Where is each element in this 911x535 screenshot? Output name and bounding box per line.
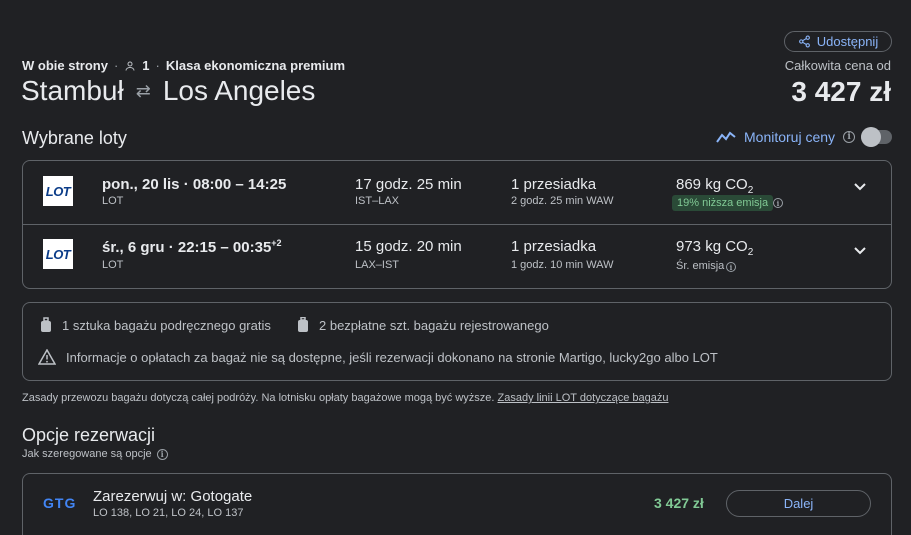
monitor-prices-label: Monitoruj ceny — [744, 129, 836, 145]
flight-date-time: pon., 20 lis · 08:00 – 14:25 — [102, 176, 287, 193]
emission-badge: 19% niższa emisja — [672, 195, 774, 211]
flights-card: LOT pon., 20 lis · 08:00 – 14:25 LOT 17 … — [22, 160, 892, 289]
carry-on-bag-icon — [40, 317, 52, 333]
trend-icon — [716, 130, 736, 144]
destination-city: Los Angeles — [162, 75, 316, 106]
warning-icon — [38, 349, 56, 365]
flight-stops: 1 przesiadka — [511, 176, 597, 193]
flight-emissions: 869 kg CO2 — [676, 176, 754, 196]
booking-flight-numbers: LO 138, LO 21, LO 24, LO 137 — [93, 507, 244, 519]
toggle-knob — [861, 127, 881, 147]
route-title: Stambuł ⇄ Los Angeles — [21, 75, 315, 107]
info-icon[interactable]: i — [726, 262, 736, 272]
baggage-card: 1 sztuka bagażu podręcznego gratis 2 bez… — [22, 302, 892, 381]
total-price-label: Całkowita cena od — [784, 58, 891, 73]
passenger-count: 1 — [142, 58, 150, 73]
baggage-warning: Informacje o opłatach za bagaż nie są do… — [38, 349, 718, 365]
info-icon[interactable]: i — [843, 131, 856, 143]
checked-bag-icon — [297, 317, 309, 333]
origin-city: Stambuł — [21, 75, 124, 106]
flight-airports: IST–LAX — [355, 195, 400, 207]
airline-name: LOT — [102, 259, 124, 271]
trip-summary: W obie strony · 1 · Klasa ekonomiczna pr… — [22, 58, 345, 73]
flight-stops: 1 przesiadka — [511, 238, 597, 255]
emission-note: Śr. emisja — [676, 260, 725, 272]
sort-info[interactable]: Jak szeregowane są opcje i — [22, 448, 168, 460]
person-icon — [124, 60, 136, 72]
continue-button[interactable]: Dalej — [726, 490, 871, 517]
info-icon[interactable]: i — [773, 198, 783, 208]
flight-layover: 2 godz. 25 min WAW — [511, 195, 614, 207]
baggage-policy-link[interactable]: Zasady linii LOT dotyczące bagażu — [498, 392, 669, 404]
info-icon: i — [156, 448, 168, 460]
flight-airports: LAX–IST — [355, 259, 400, 271]
checked-bag-info: 2 bezpłatne szt. bagażu rejestrowanego — [297, 317, 549, 333]
flight-row-outbound[interactable]: LOT pon., 20 lis · 08:00 – 14:25 LOT 17 … — [23, 161, 892, 225]
round-trip-arrows-icon: ⇄ — [135, 80, 151, 101]
lot-logo: LOT — [43, 176, 73, 206]
carry-on-info: 1 sztuka bagażu podręcznego gratis — [40, 317, 271, 333]
flight-date-time: śr., 6 gru · 22:15 – 00:35+2 — [102, 238, 282, 256]
gotogate-logo: GTG — [43, 495, 77, 511]
booking-options-heading: Opcje rezerwacji — [22, 425, 156, 445]
share-label: Udostępnij — [816, 34, 879, 49]
share-icon — [798, 35, 811, 48]
trip-type: W obie strony — [22, 58, 108, 73]
flight-duration: 17 godz. 25 min — [355, 176, 462, 193]
cabin-class: Klasa ekonomiczna premium — [165, 58, 346, 73]
flight-emissions: 973 kg CO2 — [676, 238, 754, 258]
chevron-down-icon[interactable] — [854, 247, 866, 255]
share-button[interactable]: Udostępnij — [784, 31, 892, 52]
airline-name: LOT — [102, 195, 124, 207]
monitor-prices-toggle[interactable] — [861, 127, 892, 147]
booking-provider-title: Zarezerwuj w: Gotogate — [93, 488, 253, 505]
flight-layover: 1 godz. 10 min WAW — [511, 259, 614, 271]
separator-dot: · — [113, 58, 119, 73]
monitor-prices[interactable]: Monitoruj ceny i — [716, 129, 856, 145]
lot-logo: LOT — [43, 239, 73, 269]
flight-row-return[interactable]: LOT śr., 6 gru · 22:15 – 00:35+2 LOT 15 … — [23, 225, 892, 289]
separator-dot: · — [155, 58, 160, 73]
selected-flights-heading: Wybrane loty — [22, 128, 127, 148]
baggage-policy-note: Zasady przewozu bagażu dotyczą całej pod… — [22, 392, 669, 404]
total-price: 3 427 zł — [791, 76, 891, 107]
booking-price: 3 427 zł — [654, 495, 704, 511]
chevron-down-icon[interactable] — [854, 183, 866, 191]
flight-duration: 15 godz. 20 min — [355, 238, 462, 255]
